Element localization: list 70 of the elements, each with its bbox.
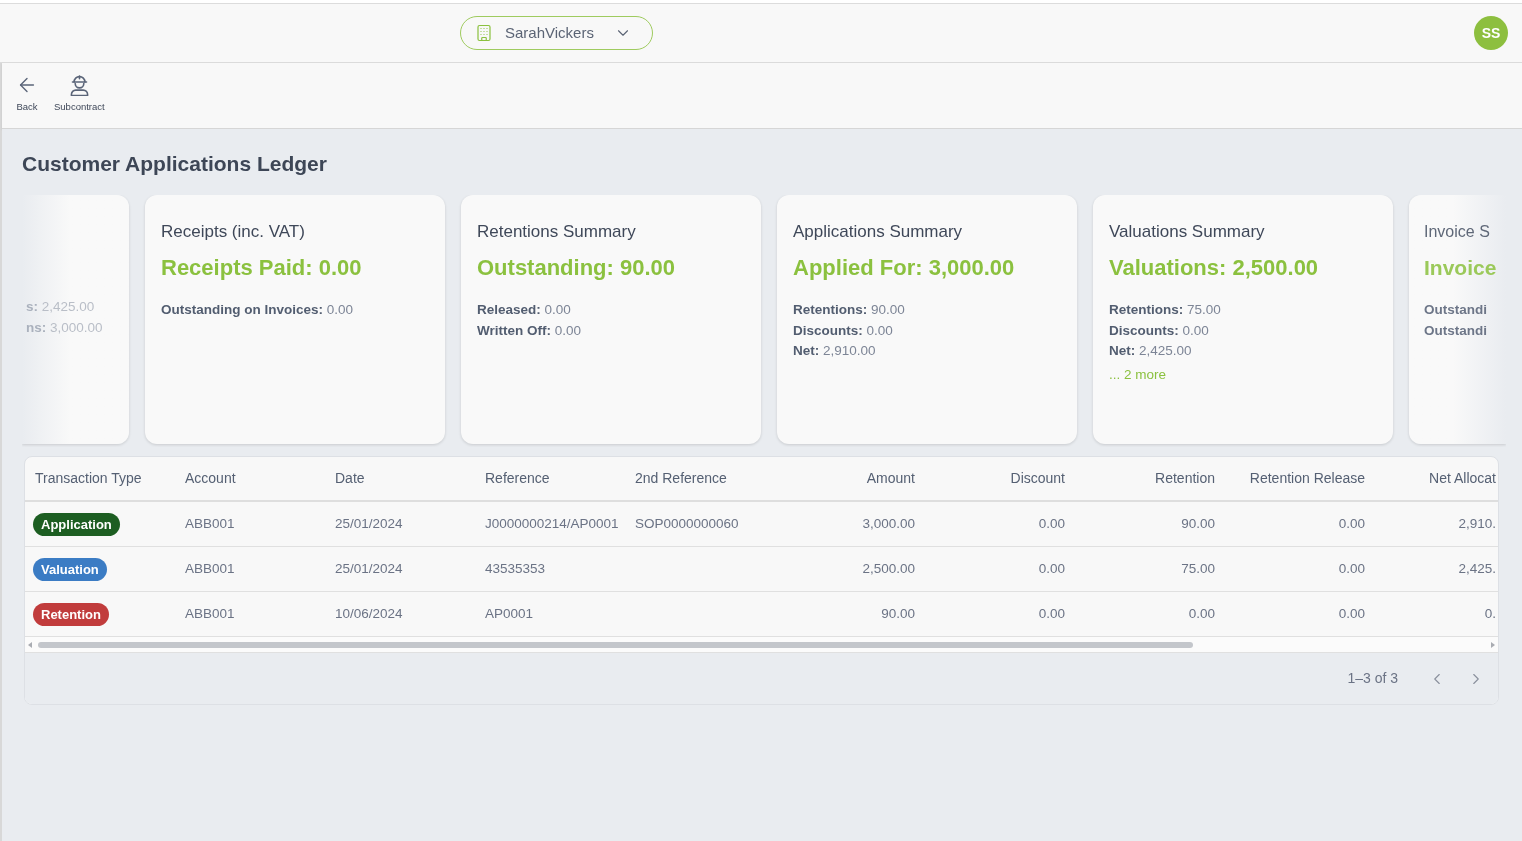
table-cell-text: 43535353	[485, 559, 546, 578]
detail-line: Discounts: 0.00	[793, 321, 894, 340]
column-header: Transaction Type	[35, 469, 142, 488]
table-cell-text: 25/01/2024	[335, 559, 403, 578]
table-cell-text: 75.00	[1181, 559, 1215, 578]
detail-line: Outstanding on Invoices: 0.00	[161, 301, 354, 319]
column-header: Net Allocat	[1429, 469, 1496, 488]
detail-line: Retentions: 90.00	[793, 301, 905, 319]
page-title: Customer Applications Ledger	[22, 152, 327, 176]
column-header: Account	[185, 469, 236, 488]
table-cell-text: 90.00	[881, 604, 915, 623]
table-cell-text: 2,500.00	[862, 559, 915, 578]
card-headline: Receipts Paid: 0.00	[161, 254, 362, 282]
table-cell-text: 0.00	[1188, 604, 1215, 623]
card-headline: Outstanding: 90.00	[477, 254, 676, 282]
column-header: Discount	[1010, 469, 1065, 488]
table-cell-text: 0.00	[1338, 559, 1365, 578]
table-cell-text: 2,425.	[1458, 559, 1496, 578]
table-cell-text: 0.00	[1038, 604, 1065, 623]
page-range: 1–3 of 3	[1347, 669, 1398, 688]
table-cell-text: 2,910.	[1458, 514, 1496, 533]
detail-line: Released: 0.00	[477, 301, 572, 319]
card-headline: Invoice	[1424, 255, 1497, 281]
detail-line: ns: 3,000.00	[26, 318, 104, 337]
table-cell-text: 3,000.00	[862, 514, 915, 533]
table-cell-text: ABB001	[185, 559, 235, 578]
detail-line: Outstandi	[1424, 321, 1487, 340]
card-headline: Applied For: 3,000.00	[793, 254, 1015, 282]
table-cell-text: 0.00	[1038, 514, 1065, 533]
table-cell-text: AP0001	[485, 604, 534, 623]
building-icon	[475, 24, 493, 42]
worker-icon	[69, 74, 89, 96]
table-cell-text: 0.00	[1338, 604, 1365, 623]
back-button[interactable]: Back	[14, 73, 40, 113]
table-cell-text: ABB001	[185, 604, 235, 623]
scroll-left-arrow-icon[interactable]	[28, 641, 32, 648]
column-header: Reference	[485, 469, 550, 488]
table-cell-text: SOP0000000060	[635, 514, 739, 533]
column-header: Date	[335, 469, 365, 488]
detail-line: Discounts: 0.00	[1109, 321, 1210, 340]
column-header: 2nd Reference	[635, 469, 727, 488]
column-header: Retention	[1155, 469, 1215, 488]
detail-line: Net: 2,910.00	[793, 342, 877, 360]
detail-line: s: 2,425.00	[26, 298, 96, 316]
table-cell-text: ABB001	[185, 514, 235, 533]
card-title: Valuations Summary	[1109, 221, 1265, 243]
table-cell-text: 25/01/2024	[335, 514, 403, 533]
column-header: Retention Release	[1249, 469, 1365, 488]
table-cell-text: 90.00	[1181, 514, 1215, 533]
transaction-type-badge: Retention	[33, 602, 109, 626]
card-title: Retentions Summary	[477, 221, 636, 243]
table-cell-text: 10/06/2024	[335, 604, 403, 623]
card-title: Receipts (inc. VAT)	[161, 221, 305, 243]
card-title: Applications Summary	[793, 221, 963, 243]
detail-line: Outstandi	[1424, 301, 1487, 319]
table-cell-text: 0.00	[1338, 514, 1365, 533]
table-cell-text: 0.00	[1038, 559, 1065, 578]
detail-line: Written Off: 0.00	[477, 321, 582, 340]
subcontract-button[interactable]: Subcontract	[52, 73, 107, 113]
table-cell-text: J0000000214/AP0001	[485, 514, 619, 533]
detail-line: Net: 2,425.00	[1109, 342, 1193, 360]
card-headline: Valuations: 2,500.00	[1109, 254, 1319, 282]
transaction-type-badge: Valuation	[33, 557, 107, 581]
transaction-type-badge: Application	[33, 512, 120, 536]
card-title: Invoice S	[1424, 222, 1490, 242]
scroll-right-arrow-icon[interactable]	[1491, 641, 1495, 648]
table-cell-text: 0.	[1484, 604, 1496, 623]
scrollbar-thumb[interactable]	[38, 641, 1193, 648]
detail-line: Retentions: 75.00	[1109, 301, 1221, 319]
column-header: Amount	[866, 469, 915, 488]
